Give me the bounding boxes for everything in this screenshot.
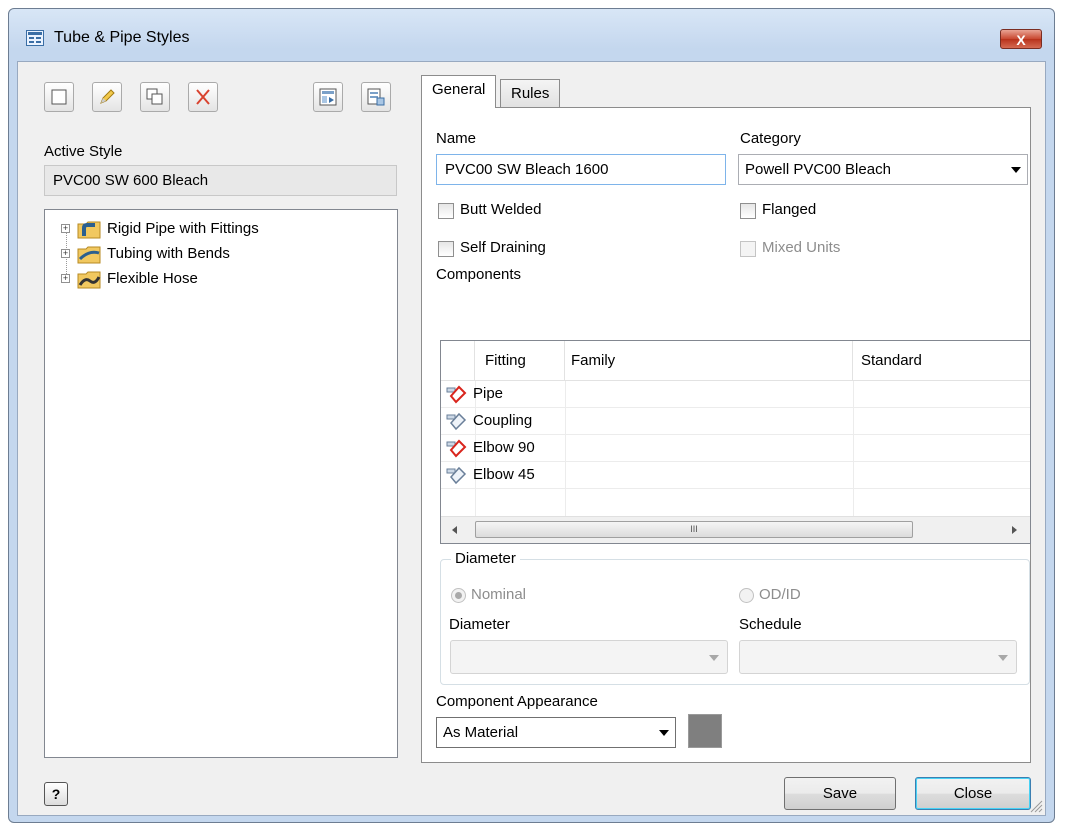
flanged-label: Flanged [762,201,817,218]
close-button[interactable]: Close [915,777,1031,810]
app-icon [26,30,44,46]
component-icon [446,466,467,485]
table-row[interactable]: Elbow 45 [441,462,1030,489]
scrollbar-thumb[interactable]: III [475,521,913,538]
appearance-select[interactable]: As Material [436,717,676,748]
category-label: Category [740,130,801,147]
rigid-pipe-folder-icon [77,221,101,239]
dialog-client: Active Style PVC00 SW 600 Bleach + Rigid… [17,61,1046,816]
grid-header-indicator [441,341,475,381]
title-bar[interactable]: Tube & Pipe Styles X [9,9,1054,61]
components-grid[interactable]: Fitting Family Standard Pipe Coupling El… [440,340,1031,544]
component-appearance-label: Component Appearance [436,693,598,710]
chevron-down-icon [709,655,719,661]
expand-icon[interactable]: + [61,224,70,233]
fitting-name: Elbow 90 [473,439,535,456]
table-row[interactable]: Elbow 90 [441,435,1030,462]
fitting-name: Elbow 45 [473,466,535,483]
flexible-hose-folder-icon [77,271,101,289]
butt-welded-checkbox[interactable] [438,203,454,219]
self-draining-label: Self Draining [460,239,546,256]
tab-general[interactable]: General [421,75,497,108]
active-style-label: Active Style [44,143,123,160]
odid-label: OD/ID [759,586,801,603]
component-missing-icon [446,439,467,458]
scroll-left-icon[interactable] [451,525,459,535]
tree-item-label: Tubing with Bends [107,245,230,262]
resize-grip-icon[interactable] [1029,799,1043,813]
scroll-right-icon[interactable] [1010,525,1018,535]
appearance-value: As Material [443,724,519,741]
expand-icon[interactable]: + [61,249,70,258]
category-select[interactable]: Powell PVC00 Bleach [738,154,1028,185]
appearance-color-swatch[interactable] [688,714,722,748]
chevron-down-icon [998,655,1008,661]
expand-icon[interactable]: + [61,274,70,283]
help-button[interactable]: ? [44,782,68,806]
mixed-units-checkbox[interactable] [740,241,756,257]
column-header-standard[interactable]: Standard [853,341,1030,381]
tree-item-label: Rigid Pipe with Fittings [107,220,259,237]
fitting-name: Pipe [473,385,504,402]
style-tree[interactable]: + Rigid Pipe with Fittings + Tubing with… [44,209,398,758]
butt-welded-label: Butt Welded [460,201,542,218]
schedule-label: Schedule [739,616,802,633]
window-close-button[interactable]: X [1000,29,1042,49]
mixed-units-label: Mixed Units [762,239,841,256]
nominal-label: Nominal [471,586,527,603]
new-style-icon [51,89,67,105]
chevron-down-icon [659,730,669,736]
grid-horizontal-scrollbar[interactable]: III [441,516,1030,543]
table-row[interactable]: Coupling [441,408,1030,435]
edit-style-icon [100,89,115,104]
diameter-select[interactable] [450,640,728,674]
active-style-value: PVC00 SW 600 Bleach [44,165,397,196]
window-title: Tube & Pipe Styles [54,29,190,46]
component-missing-icon [446,385,467,404]
odid-radio[interactable] [739,588,754,603]
new-style-button[interactable] [44,82,74,112]
copy-style-button[interactable] [140,82,170,112]
save-button[interactable]: Save [784,777,896,810]
import-style-button[interactable] [313,82,343,112]
nominal-radio[interactable] [451,588,466,603]
tube-pipe-styles-window: Tube & Pipe Styles X Active Style PVC00 … [8,8,1055,823]
delete-style-icon [196,89,210,105]
tubing-folder-icon [77,246,101,264]
schedule-select[interactable] [739,640,1017,674]
name-label: Name [436,130,477,147]
self-draining-checkbox[interactable] [438,241,454,257]
edit-style-button[interactable] [92,82,122,112]
export-icon [367,88,385,106]
tree-item-label: Flexible Hose [107,270,198,287]
import-icon [319,88,337,106]
column-header-fitting[interactable]: Fitting [475,341,565,381]
general-tab-panel: Name PVC00 SW Bleach 1600 Category Powel… [421,107,1031,763]
copy-style-icon [146,88,163,105]
column-header-family[interactable]: Family [565,341,853,381]
diameter-group-title: Diameter [451,550,520,567]
fitting-name: Coupling [473,412,533,429]
export-style-button[interactable] [361,82,391,112]
component-icon [446,412,467,431]
chevron-down-icon [1011,167,1021,173]
flanged-checkbox[interactable] [740,203,756,219]
diameter-label: Diameter [449,616,510,633]
components-label: Components [436,266,522,283]
category-value: Powell PVC00 Bleach [745,161,891,178]
name-input[interactable]: PVC00 SW Bleach 1600 [436,154,726,185]
tab-rules[interactable]: Rules [500,79,561,109]
table-row[interactable]: Pipe [441,381,1030,408]
diameter-group: Diameter Nominal OD/ID Diameter Schedule [440,550,1030,685]
delete-style-button[interactable] [188,82,218,112]
